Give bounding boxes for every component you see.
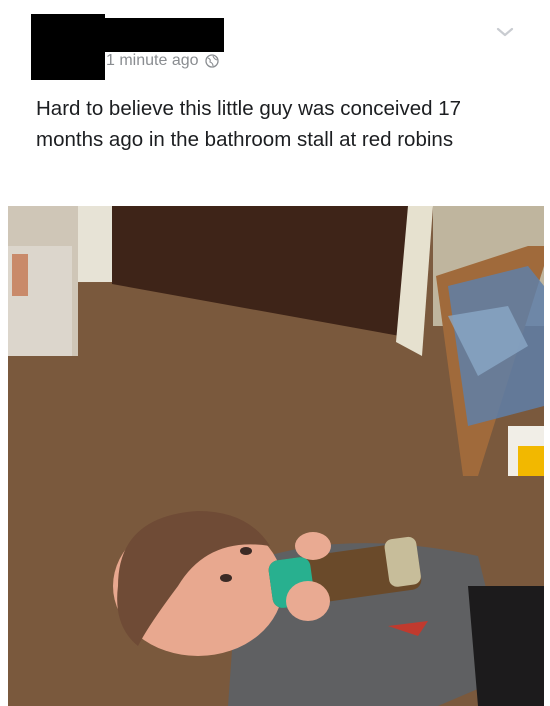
redacted-name: [100, 18, 224, 52]
post-photo[interactable]: [8, 206, 544, 706]
timestamp-text[interactable]: 1 minute ago: [106, 52, 199, 70]
post-text: Hard to believe this little guy was conc…: [36, 97, 462, 151]
redacted-avatar: [31, 14, 105, 80]
post-timestamp[interactable]: 1 minute ago: [106, 52, 219, 70]
facebook-post: 1 minute ago Hard to believe this little…: [0, 0, 550, 706]
post-header: 1 minute ago: [0, 0, 550, 90]
photo-illustration: [8, 206, 544, 706]
globe-icon: [204, 54, 219, 68]
chevron-down-icon[interactable]: [496, 26, 514, 38]
